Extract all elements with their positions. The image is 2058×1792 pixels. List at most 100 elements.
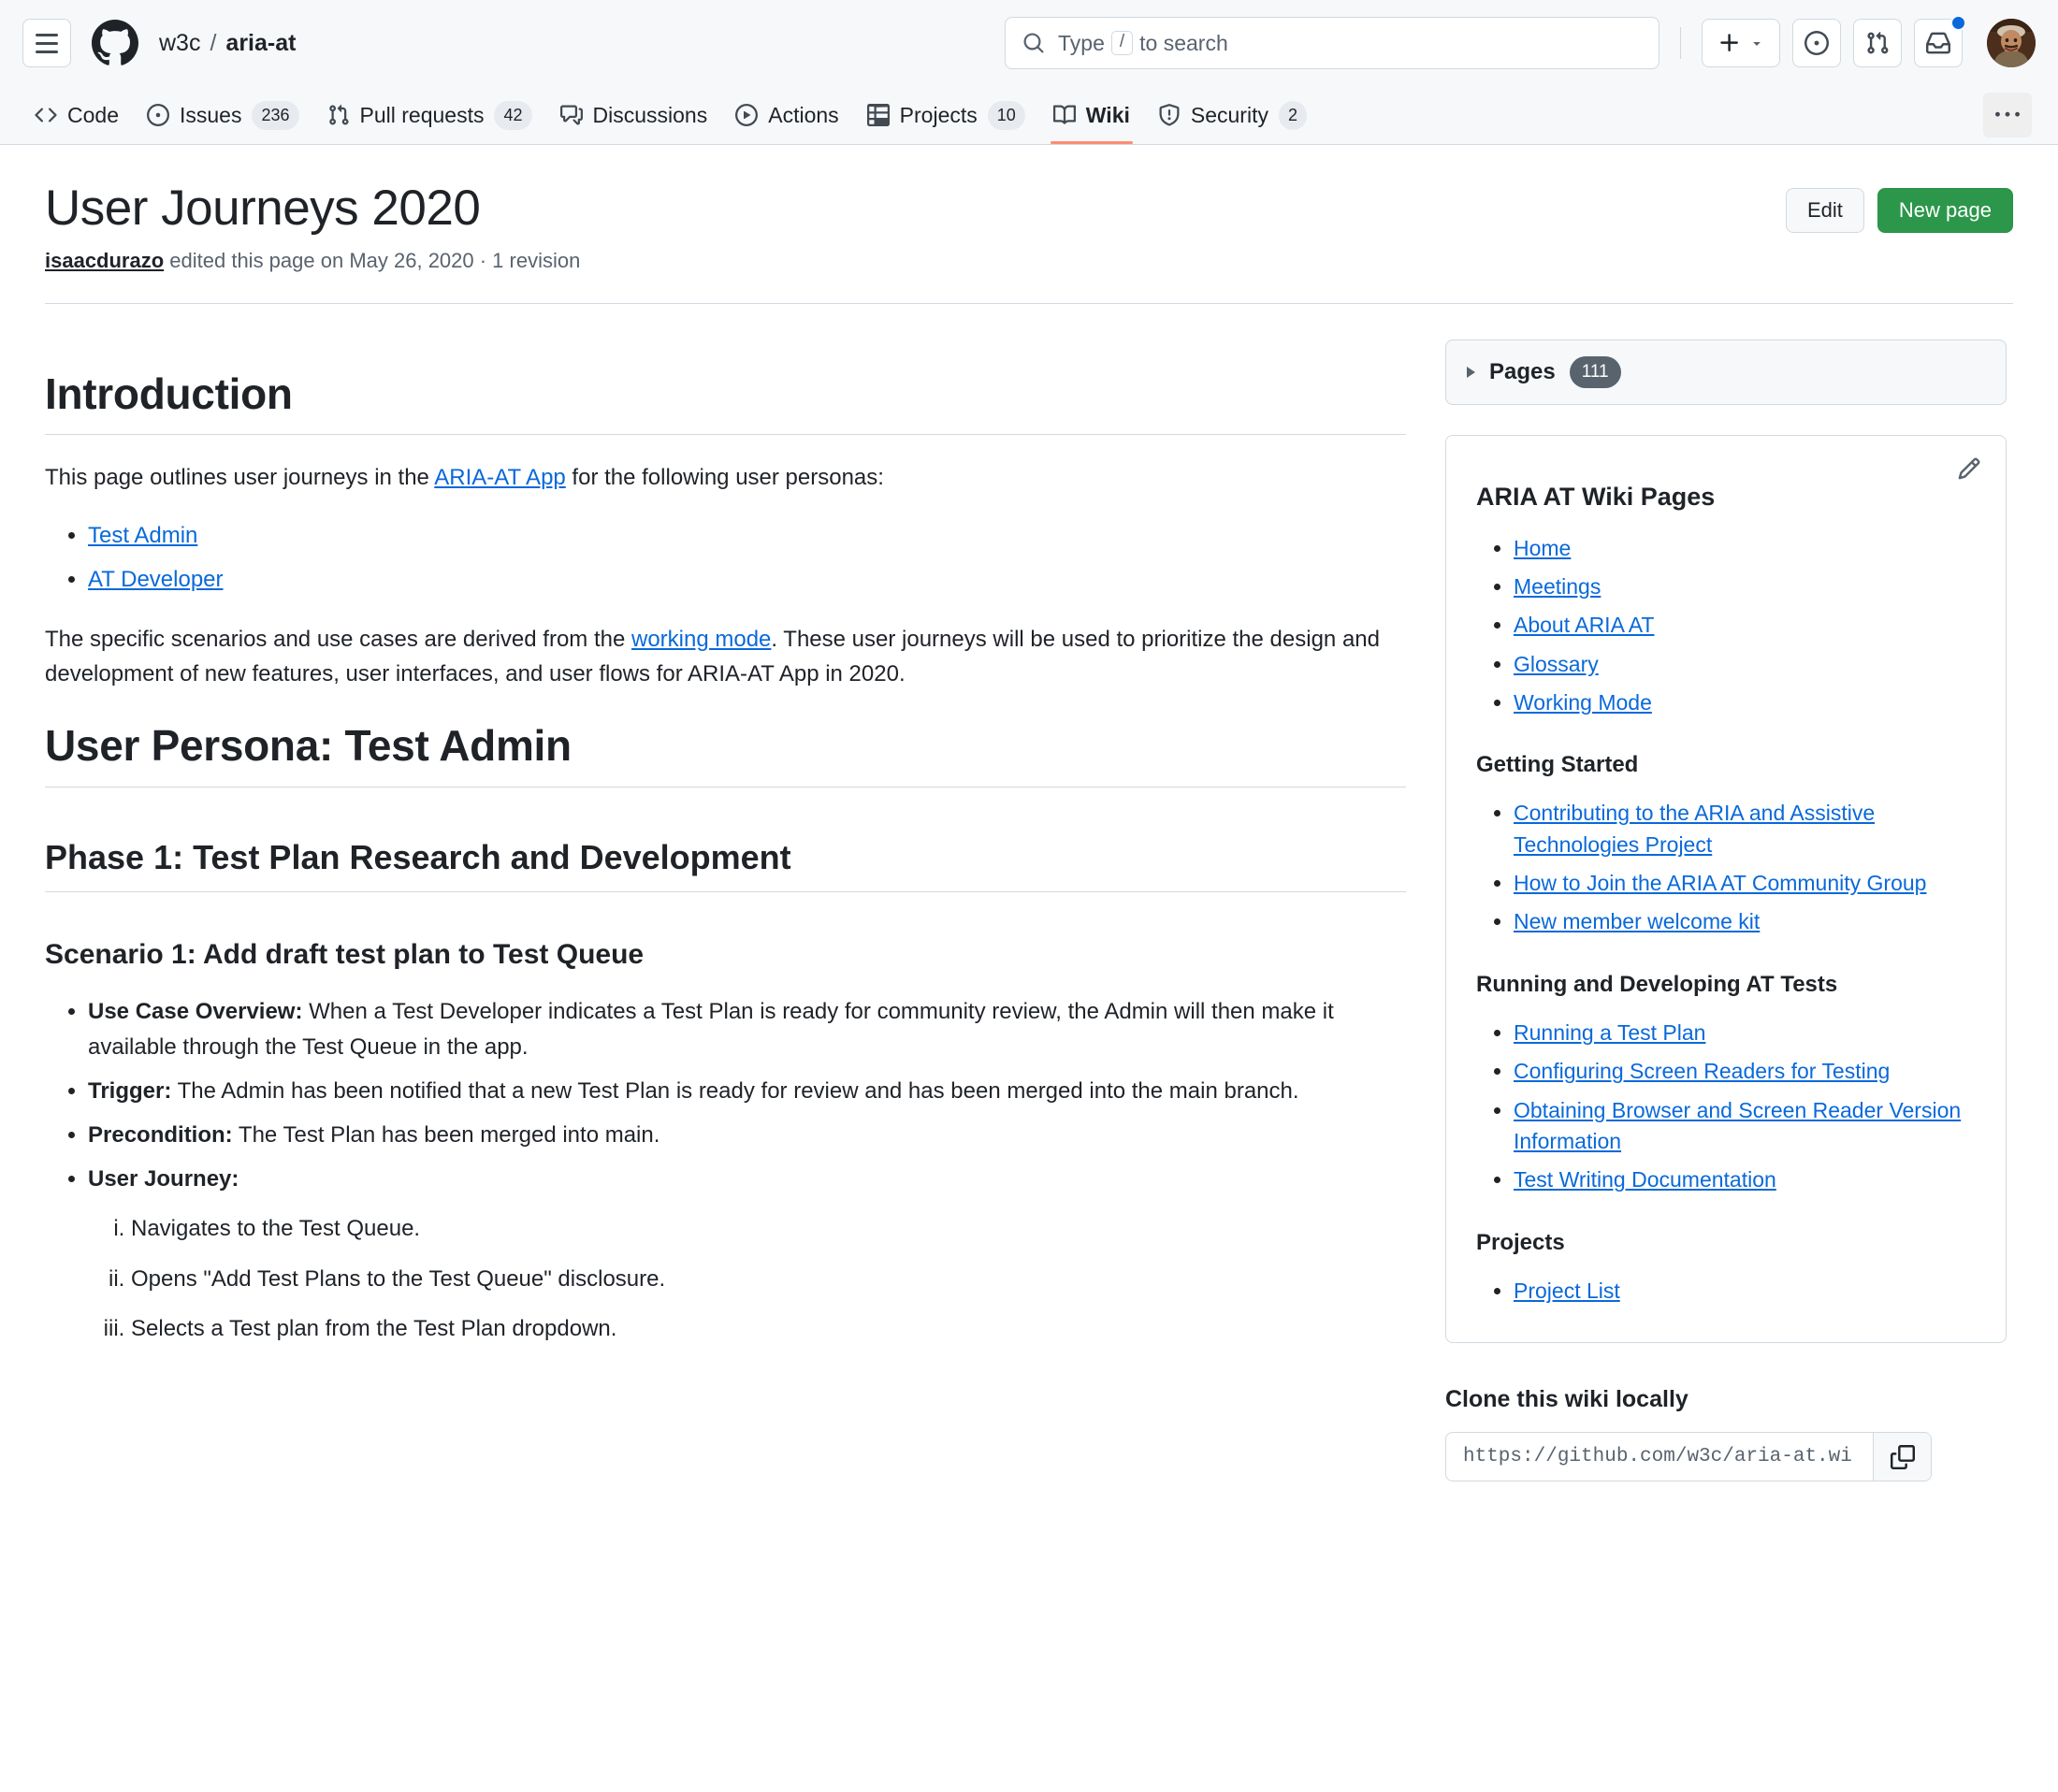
sidebar-link-configuring-screen-readers[interactable]: Configuring Screen Readers for Testing bbox=[1514, 1059, 1890, 1083]
tab-security[interactable]: Security 2 bbox=[1146, 86, 1319, 144]
sidebar-top-links: Home Meetings About ARIA AT Glossary Wor… bbox=[1476, 533, 1976, 719]
aria-at-app-link[interactable]: ARIA-AT App bbox=[434, 465, 566, 490]
list-item: New member welcome kit bbox=[1514, 906, 1976, 937]
list-item: Obtaining Browser and Screen Reader Vers… bbox=[1514, 1095, 1976, 1158]
bullet-label-precondition: Precondition: bbox=[88, 1122, 233, 1148]
kebab-horizontal-icon bbox=[1995, 103, 2020, 127]
copy-icon[interactable] bbox=[1873, 1433, 1931, 1481]
wiki-sidebar-card: ARIA AT Wiki Pages Home Meetings About A… bbox=[1445, 435, 2007, 1343]
notification-indicator-dot bbox=[1950, 15, 1966, 31]
table-icon bbox=[867, 104, 890, 126]
search-placeholder-prefix: Type bbox=[1058, 31, 1105, 56]
bullet-text-trigger: The Admin has been notified that a new T… bbox=[171, 1078, 1298, 1104]
search-placeholder-suffix: to search bbox=[1139, 31, 1228, 56]
list-item: Configuring Screen Readers for Testing bbox=[1514, 1056, 1976, 1087]
bullet-label-trigger: Trigger: bbox=[88, 1078, 171, 1104]
intro-p1-before: This page outlines user journeys in the bbox=[45, 465, 434, 490]
search-slash-key: / bbox=[1111, 31, 1133, 56]
edit-button[interactable]: Edit bbox=[1786, 188, 1864, 233]
sidebar-running-links: Running a Test Plan Configuring Screen R… bbox=[1476, 1018, 1976, 1196]
tab-pull-requests[interactable]: Pull requests 42 bbox=[315, 86, 544, 144]
pencil-icon[interactable] bbox=[1957, 456, 1981, 481]
github-mark-icon[interactable] bbox=[92, 20, 138, 66]
repo-nav-overflow-button[interactable] bbox=[1983, 93, 2032, 137]
sidebar-getting-started-links: Contributing to the ARIA and Assistive T… bbox=[1476, 798, 1976, 937]
comment-discussion-icon bbox=[560, 104, 583, 126]
breadcrumb-separator: / bbox=[210, 30, 216, 57]
pages-count-badge: 111 bbox=[1570, 356, 1621, 389]
sidebar-link-about-aria-at[interactable]: About ARIA AT bbox=[1514, 613, 1654, 637]
list-item: User Journey: Navigates to the Test Queu… bbox=[88, 1162, 1406, 1346]
page-title: User Journeys 2020 bbox=[45, 181, 580, 238]
tab-discussions[interactable]: Discussions bbox=[548, 86, 720, 144]
working-mode-link[interactable]: working mode bbox=[631, 627, 771, 652]
your-pull-requests-button[interactable] bbox=[1853, 19, 1902, 67]
tab-wiki[interactable]: Wiki bbox=[1041, 86, 1142, 144]
triangle-right-icon bbox=[1467, 367, 1475, 378]
pages-label: Pages bbox=[1489, 359, 1556, 385]
play-icon bbox=[735, 104, 758, 126]
page-revision-text: edited this page on May 26, 2020 · 1 rev… bbox=[164, 249, 580, 272]
clone-url-input[interactable] bbox=[1446, 1433, 1873, 1481]
sidebar-link-working-mode[interactable]: Working Mode bbox=[1514, 690, 1652, 715]
breadcrumb-repo[interactable]: aria-at bbox=[225, 30, 296, 57]
header-actions bbox=[1702, 19, 2036, 67]
new-page-button[interactable]: New page bbox=[1877, 188, 2013, 233]
clone-wiki-heading: Clone this wiki locally bbox=[1445, 1386, 2007, 1413]
sidebar-projects-links: Project List bbox=[1476, 1276, 1976, 1307]
tab-issues-label: Issues bbox=[180, 103, 241, 128]
tab-projects-label: Projects bbox=[900, 103, 978, 128]
sidebar-link-project-list[interactable]: Project List bbox=[1514, 1279, 1620, 1303]
avatar[interactable] bbox=[1987, 19, 2036, 67]
tab-discussions-label: Discussions bbox=[593, 103, 708, 128]
page-author-link[interactable]: isaacdurazo bbox=[45, 249, 164, 272]
sidebar-link-meetings[interactable]: Meetings bbox=[1514, 574, 1601, 599]
sidebar-link-how-to-join[interactable]: How to Join the ARIA AT Community Group bbox=[1514, 871, 1926, 895]
intro-paragraph-2: The specific scenarios and use cases are… bbox=[45, 622, 1406, 691]
sidebar-link-glossary[interactable]: Glossary bbox=[1514, 652, 1599, 676]
tab-issues[interactable]: Issues 236 bbox=[135, 86, 312, 144]
user-journey-steps: Navigates to the Test Queue. Opens "Add … bbox=[88, 1211, 1406, 1346]
create-new-button[interactable] bbox=[1702, 19, 1780, 67]
list-item: Test Admin bbox=[88, 518, 1406, 553]
sidebar-link-contributing[interactable]: Contributing to the ARIA and Assistive T… bbox=[1514, 801, 1875, 856]
tab-code-label: Code bbox=[67, 103, 119, 128]
sidebar-link-home[interactable]: Home bbox=[1514, 536, 1571, 560]
tab-pull-requests-count: 42 bbox=[494, 101, 531, 130]
tab-wiki-label: Wiki bbox=[1086, 103, 1130, 128]
global-header: w3c / aria-at Type / to search bbox=[0, 0, 2058, 145]
search-area: Type / to search bbox=[1005, 17, 1659, 69]
hamburger-menu-icon[interactable] bbox=[22, 19, 71, 67]
intro-p1-after: for the following user personas: bbox=[566, 465, 884, 490]
tab-security-label: Security bbox=[1191, 103, 1268, 128]
tab-actions[interactable]: Actions bbox=[723, 86, 850, 144]
your-issues-button[interactable] bbox=[1792, 19, 1841, 67]
notifications-button[interactable] bbox=[1914, 19, 1963, 67]
persona-link-at-developer[interactable]: AT Developer bbox=[88, 567, 224, 592]
list-item: Precondition: The Test Plan has been mer… bbox=[88, 1118, 1406, 1152]
persona-link-test-admin[interactable]: Test Admin bbox=[88, 523, 197, 548]
list-item: Opens "Add Test Plans to the Test Queue"… bbox=[131, 1262, 1406, 1296]
sidebar-link-running-test-plan[interactable]: Running a Test Plan bbox=[1514, 1020, 1705, 1045]
search-input[interactable]: Type / to search bbox=[1005, 17, 1659, 69]
repo-navigation: Code Issues 236 Pull requests 42 Discuss… bbox=[22, 86, 2036, 144]
tab-code[interactable]: Code bbox=[22, 86, 131, 144]
issue-opened-icon bbox=[1804, 31, 1829, 55]
list-item: Use Case Overview: When a Test Developer… bbox=[88, 994, 1406, 1063]
tab-projects[interactable]: Projects 10 bbox=[855, 86, 1037, 144]
list-item: Selects a Test plan from the Test Plan d… bbox=[131, 1311, 1406, 1346]
header-divider bbox=[1680, 27, 1681, 59]
sidebar-link-test-writing-docs[interactable]: Test Writing Documentation bbox=[1514, 1167, 1776, 1192]
list-item: About ARIA AT bbox=[1514, 610, 1976, 641]
list-item: Working Mode bbox=[1514, 687, 1976, 718]
scenario-bullet-list: Use Case Overview: When a Test Developer… bbox=[45, 994, 1406, 1346]
heading-scenario-1: Scenario 1: Add draft test plan to Test … bbox=[45, 937, 1406, 973]
list-item: Navigates to the Test Queue. bbox=[131, 1211, 1406, 1246]
pages-disclosure[interactable]: Pages 111 bbox=[1445, 340, 2007, 406]
list-item: Meetings bbox=[1514, 571, 1976, 602]
shield-icon bbox=[1158, 104, 1181, 126]
sidebar-link-obtaining-versions[interactable]: Obtaining Browser and Screen Reader Vers… bbox=[1514, 1098, 1961, 1153]
bullet-text-precondition: The Test Plan has been merged into main. bbox=[233, 1122, 660, 1148]
sidebar-link-welcome-kit[interactable]: New member welcome kit bbox=[1514, 909, 1760, 933]
breadcrumb-owner[interactable]: w3c bbox=[159, 30, 200, 57]
